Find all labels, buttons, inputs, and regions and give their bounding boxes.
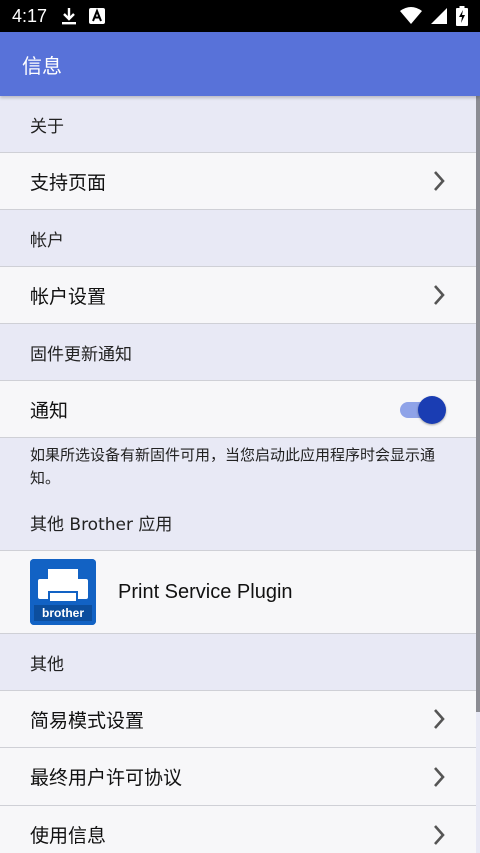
section-header-firmware: 固件更新通知: [30, 344, 132, 365]
firmware-note: 如果所选设备有新固件可用，当您启动此应用程序时会显示通知。: [0, 438, 476, 494]
section-header-account: 帐户: [30, 230, 64, 251]
chevron-right-icon: [434, 824, 445, 845]
account-settings-item[interactable]: 帐户设置: [0, 266, 476, 324]
a-badge-icon: [89, 8, 106, 24]
app-bar: 信息: [0, 32, 480, 96]
chevron-right-icon: [434, 766, 445, 787]
firmware-note-text: 如果所选设备有新固件可用，当您启动此应用程序时会显示通知。: [30, 446, 436, 487]
eula-label: 最终用户许可协议: [30, 767, 183, 789]
easy-mode-settings-item[interactable]: 简易模式设置: [0, 690, 476, 748]
notification-toggle[interactable]: [400, 395, 446, 424]
brother-printer-app-icon: brother: [30, 559, 96, 625]
chevron-right-icon: [434, 171, 445, 191]
battery-charging-icon: [456, 6, 468, 26]
printer-icon: brother: [30, 559, 96, 625]
support-page-item[interactable]: 支持页面: [0, 152, 476, 210]
account-settings-label: 帐户设置: [30, 285, 107, 308]
plugin-name: Print Service Plugin: [118, 580, 293, 603]
usage-info-label: 使用信息: [30, 825, 107, 847]
usage-info-item[interactable]: 使用信息: [0, 806, 476, 853]
chevron-right-icon: [434, 285, 445, 305]
print-service-plugin-item[interactable]: brother Print Service Plugin: [0, 550, 476, 634]
brother-logo-text: brother: [42, 606, 84, 620]
support-page-label: 支持页面: [30, 171, 107, 194]
chevron-right-icon: [434, 709, 445, 729]
status-bar: 4:17: [0, 0, 480, 32]
section-header-other: 其他: [30, 654, 64, 675]
download-icon: [62, 8, 77, 25]
easy-mode-settings-label: 简易模式设置: [30, 709, 145, 732]
page-title: 信息: [22, 53, 62, 78]
section-header-about: 关于: [30, 116, 64, 137]
wifi-icon: [400, 7, 422, 24]
section-header-other-apps: 其他 Brother 应用: [30, 514, 173, 535]
eula-item[interactable]: 最终用户许可协议: [0, 748, 476, 806]
toggle-thumb: [418, 396, 446, 424]
settings-list[interactable]: 关于 支持页面 帐户 帐户设置 固件更新通知 通知 如果所选设备有新固件可用，当…: [0, 96, 476, 853]
notification-label: 通知: [30, 399, 69, 422]
status-time: 4:17: [12, 5, 48, 26]
signal-icon: [431, 8, 447, 24]
notification-toggle-row[interactable]: 通知: [0, 380, 476, 438]
scrollbar[interactable]: [476, 96, 480, 712]
